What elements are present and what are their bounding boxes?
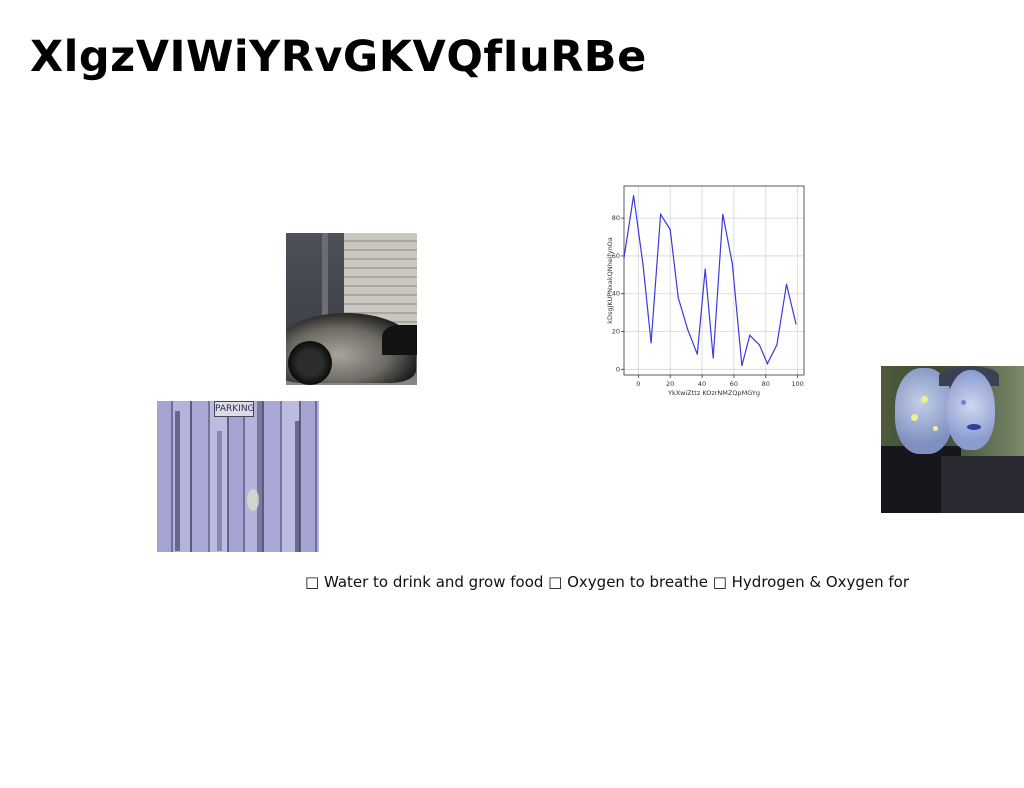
y-tick-label: 80	[612, 214, 620, 222]
x-axis-label: YkXwiZttz KOzrNMZQpMGYg	[667, 389, 760, 397]
y-tick-label: 20	[612, 328, 620, 336]
data-point	[776, 344, 778, 346]
data-point	[696, 353, 698, 355]
weathered-wood-parking-photo: PARKING	[157, 401, 319, 552]
data-point	[669, 228, 671, 231]
line-chart: 0 20 40 60 80 100 0 20 40 60 80 YkXwiZttz KOzrNMZQp…	[605, 180, 810, 400]
data-point	[795, 323, 797, 325]
data-point	[722, 213, 724, 215]
x-tick-label: 40	[698, 380, 706, 388]
painted-faces-photo	[881, 366, 1024, 513]
x-tick-label: 100	[791, 380, 803, 388]
y-tick-label: 0	[616, 365, 620, 373]
data-point	[749, 334, 751, 336]
data-point	[704, 268, 706, 270]
y-axis-label: kDsgJKUPNxakQNheifynOa	[606, 237, 614, 324]
data-point	[731, 262, 733, 265]
x-tick-label: 80	[762, 380, 770, 388]
data-point	[741, 364, 743, 367]
slide-title: XlgzVIWiYRvGKVQfIuRBe	[30, 32, 647, 82]
data-point	[677, 296, 679, 299]
series-line	[623, 195, 797, 366]
data-point	[623, 257, 625, 259]
car-garage-photo	[286, 233, 417, 385]
data-point	[632, 194, 635, 197]
data-point	[766, 363, 768, 365]
data-point	[660, 213, 662, 215]
x-tick-label: 60	[730, 380, 738, 388]
data-point	[785, 283, 788, 285]
parking-sign: PARKING	[214, 401, 255, 417]
data-point	[642, 264, 644, 266]
bullet-text: □ Water to drink and grow food □ Oxygen …	[305, 573, 910, 591]
line-chart-svg: 0 20 40 60 80 100020406080YkXwiZttz KOzrNMZQp…	[606, 185, 805, 397]
x-tick-label: 20	[666, 380, 674, 388]
data-point	[687, 329, 689, 331]
x-tick-label: 0	[636, 380, 640, 388]
data-point	[650, 342, 652, 344]
data-point	[758, 344, 760, 346]
data-point	[712, 357, 714, 359]
